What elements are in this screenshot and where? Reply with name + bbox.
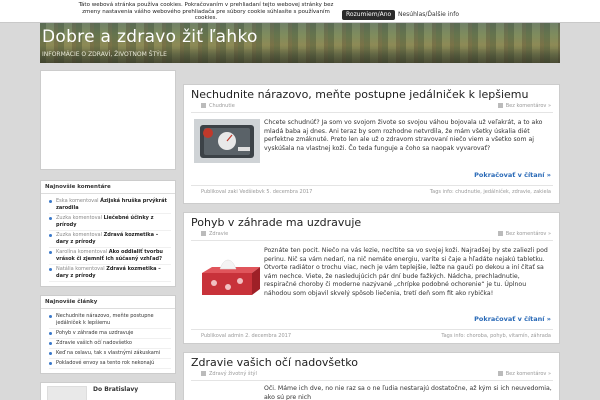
folder-icon bbox=[201, 231, 206, 236]
post-title[interactable]: Pohyb v záhrade ma uzdravuje bbox=[191, 216, 361, 229]
comment-author: Natália bbox=[56, 266, 74, 272]
scale-image bbox=[194, 119, 260, 163]
post-category[interactable]: Chudnutie bbox=[201, 103, 235, 109]
divider bbox=[191, 329, 553, 330]
comment-verb: komentoval bbox=[71, 215, 104, 221]
comment-item: Zuzka komentoval Zdravá kozmetika – dary… bbox=[49, 231, 171, 248]
post-card: Nechudnite nárazovo, meňte postupne jedá… bbox=[183, 84, 560, 204]
comment-author: Zuzka bbox=[56, 232, 72, 238]
bottom-widget-title[interactable]: Do Bratislavy bbox=[93, 386, 138, 393]
site-title[interactable]: Dobre a zdravo žiť ľahko bbox=[42, 27, 258, 47]
comment-author: Karolína bbox=[56, 249, 77, 255]
site-tagline: INFORMÁCIE O ZDRAVÍ, ŽIVOTNOM ŠTÝLE bbox=[42, 51, 167, 58]
ad-placeholder bbox=[40, 70, 176, 170]
folder-icon bbox=[201, 103, 206, 108]
comment-icon bbox=[497, 231, 503, 236]
post-tags[interactable]: Tags info: choroba, pohyb, vitamín, záhr… bbox=[441, 333, 551, 339]
recent-post-link[interactable]: Pokladové envoy sa tento rok nekonajú bbox=[49, 359, 171, 369]
cookie-accept-button[interactable]: Rozumiem/Ano bbox=[342, 10, 396, 20]
recent-post-link[interactable]: Nechudnite nárazovo, meňte postupne jedá… bbox=[49, 312, 171, 329]
recent-post-link[interactable]: Pohyb v záhrade ma uzdravuje bbox=[49, 329, 171, 339]
comment-item: Natália komentoval Zdravá kozmetika – da… bbox=[49, 265, 171, 282]
read-more-link[interactable]: Pokračovať v čítaní » bbox=[474, 315, 551, 323]
post-comments-link[interactable]: Bez komentárov » bbox=[497, 371, 551, 377]
divider bbox=[191, 112, 553, 113]
main-content: Nechudnite nárazovo, meňte postupne jedá… bbox=[183, 84, 560, 400]
recent-comments-widget: Najnovšie komentáre Eska komentoval Ázij… bbox=[40, 180, 176, 287]
site-header-banner: Dobre a zdravo žiť ľahko INFORMÁCIE O ZD… bbox=[40, 23, 560, 63]
widget-title: Najnovšie komentáre bbox=[41, 184, 175, 194]
widget-thumbnail bbox=[47, 386, 87, 400]
post-title[interactable]: Zdravie vašich očí nadovšetko bbox=[191, 356, 358, 369]
post-category[interactable]: Zdravie bbox=[201, 231, 228, 237]
bottom-widget: Do Bratislavy bbox=[40, 382, 176, 400]
post-title[interactable]: Nechudnite nárazovo, meňte postupne jedá… bbox=[191, 88, 529, 101]
post-card: Pohyb v záhrade ma uzdravuje Zdravie Bez… bbox=[183, 212, 560, 344]
comment-icon bbox=[497, 103, 503, 108]
cookie-notice-text: Táto webová stránka používa cookies. Pok… bbox=[78, 2, 334, 21]
post-comments-link[interactable]: Bez komentárov » bbox=[497, 103, 551, 109]
post-excerpt: Oči. Máme ich dve, no nie raz sa o ne ľu… bbox=[264, 385, 552, 400]
divider bbox=[191, 380, 553, 381]
recent-post-link[interactable]: Zdravie vašich očí nadovšetko bbox=[49, 339, 171, 349]
folder-icon bbox=[201, 371, 206, 376]
recent-posts-widget: Najnovšie články Nechudnite nárazovo, me… bbox=[40, 295, 176, 374]
divider bbox=[191, 240, 553, 241]
comment-icon bbox=[497, 371, 503, 376]
post-tags[interactable]: Tags info: chudnutie, jedálniček, zdravi… bbox=[430, 189, 551, 195]
post-excerpt: Chcete schudnúť? Ja som vo svojom živote… bbox=[264, 119, 543, 152]
comment-author: Eska bbox=[56, 198, 68, 204]
comment-author: Zuzka bbox=[56, 215, 72, 221]
post-card: Zdravie vašich očí nadovšetko Zdravý živ… bbox=[183, 352, 560, 400]
post-excerpt: Poznáte ten pocit. Niečo na vás lezie, n… bbox=[264, 247, 548, 297]
comment-verb: komentoval bbox=[73, 266, 107, 272]
comment-verb: komentoval bbox=[76, 249, 109, 255]
cookie-decline-link[interactable]: Nesúhlas/Ďalšie info bbox=[398, 10, 459, 20]
divider bbox=[191, 185, 553, 186]
comment-verb: komentoval bbox=[67, 198, 101, 204]
cookie-bar: Táto webová stránka používa cookies. Pok… bbox=[0, 0, 600, 23]
recent-post-link[interactable]: Keď na oslavu, tak s vlastnými zákuskami bbox=[49, 349, 171, 359]
widget-title: Najnovšie články bbox=[41, 299, 175, 309]
tissue-box-image bbox=[194, 253, 260, 301]
post-category[interactable]: Zdravý životný štýl bbox=[201, 371, 257, 377]
comment-item: Eska komentoval Ázijská hruška prvýkrát … bbox=[49, 197, 171, 214]
comment-verb: komentoval bbox=[71, 232, 104, 238]
post-comments-link[interactable]: Bez komentárov » bbox=[497, 231, 551, 237]
sidebar: Najnovšie komentáre Eska komentoval Ázij… bbox=[40, 70, 176, 400]
post-author-date: Publikoval zaki Vedšiebvk 5. decembra 20… bbox=[201, 189, 313, 195]
comment-item: Zuzka komentoval Liečebné účinky z príro… bbox=[49, 214, 171, 231]
read-more-link[interactable]: Pokračovať v čítaní » bbox=[474, 171, 551, 179]
post-author-date: Publikoval admin 2. decembra 2017 bbox=[201, 333, 291, 339]
comment-item: Karolína komentoval Ako oddialiť tvorbu … bbox=[49, 248, 171, 265]
